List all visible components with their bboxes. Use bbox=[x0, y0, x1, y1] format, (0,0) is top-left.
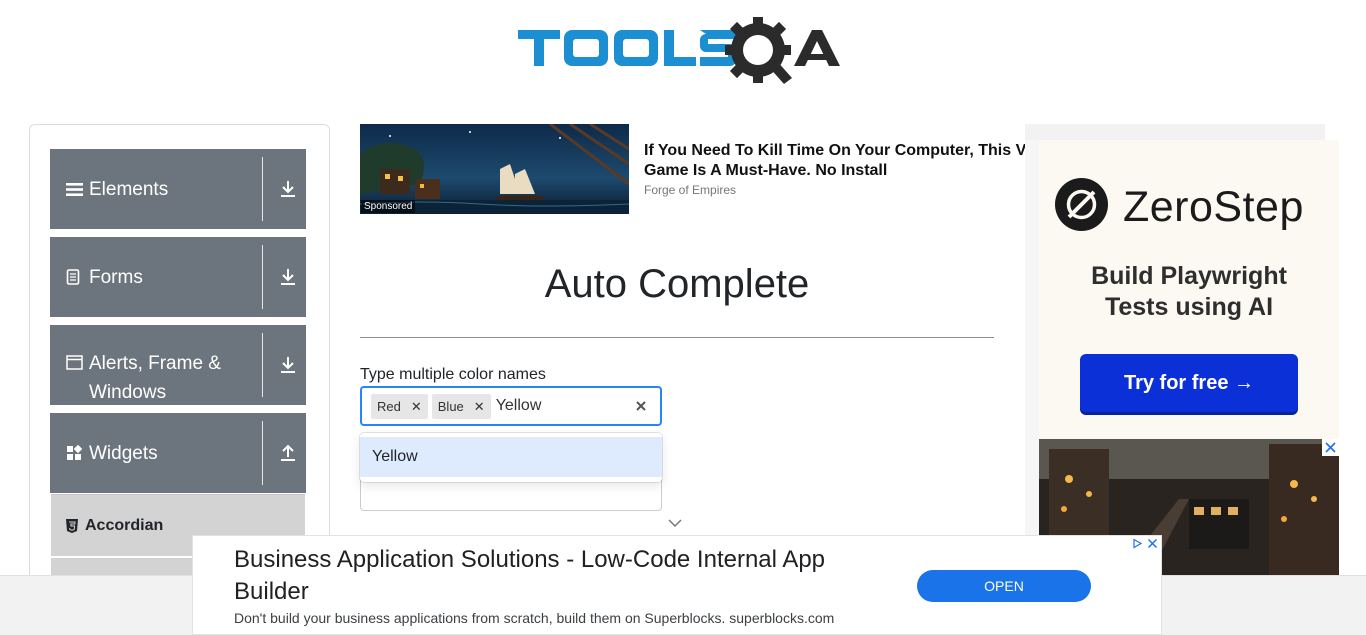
zerostep-name: ZeroStep bbox=[1123, 182, 1304, 231]
ad-headline-line2: Game Is A Must-Have. No Install bbox=[644, 162, 888, 179]
open-button[interactable]: OPEN bbox=[917, 570, 1091, 602]
group-title: Forms bbox=[89, 266, 143, 288]
sponsored-ad-image[interactable]: Sponsored bbox=[360, 124, 629, 214]
group-title: Alerts, Frame & Windows bbox=[89, 349, 221, 407]
divider bbox=[262, 421, 263, 485]
sidebar-group-forms[interactable]: Forms bbox=[50, 237, 306, 317]
group-header[interactable]: Alerts, Frame & Windows bbox=[50, 325, 262, 405]
chevron-down-icon[interactable] bbox=[666, 516, 684, 530]
suggestions-menu: Yellow bbox=[360, 433, 662, 482]
close-icon[interactable] bbox=[1322, 439, 1339, 456]
bottom-ad-title[interactable]: Business Application Solutions - Low-Cod… bbox=[234, 544, 894, 608]
sponsored-label: Sponsored bbox=[361, 200, 416, 213]
upload-arrow-icon[interactable] bbox=[276, 439, 300, 467]
divider bbox=[262, 157, 263, 221]
download-arrow-icon[interactable] bbox=[276, 351, 300, 379]
group-title-line2: Windows bbox=[89, 382, 167, 403]
document-icon bbox=[66, 269, 86, 285]
sidebar-group-elements[interactable]: Elements bbox=[50, 149, 306, 229]
chip-red: Red ✕ bbox=[371, 393, 428, 419]
zerostep-ad[interactable]: ZeroStep Build Playwright Tests using AI… bbox=[1039, 140, 1339, 440]
group-header[interactable]: Forms bbox=[50, 237, 262, 317]
try-for-free-button[interactable]: Try for free → bbox=[1080, 354, 1298, 412]
multi-color-label: Type multiple color names bbox=[360, 366, 546, 383]
tagline-line1: Build Playwright bbox=[1091, 262, 1287, 290]
close-icon[interactable] bbox=[1145, 536, 1160, 551]
group-header[interactable]: Widgets bbox=[50, 413, 262, 493]
adchoices bbox=[1130, 536, 1160, 551]
divider bbox=[262, 333, 263, 397]
chip-label: Blue bbox=[437, 398, 464, 414]
remove-chip-icon[interactable]: ✕ bbox=[407, 394, 428, 419]
widgets-icon bbox=[66, 445, 86, 461]
zerostep-brand: ZeroStep bbox=[1055, 178, 1304, 236]
chip-blue: Blue ✕ bbox=[431, 393, 491, 419]
download-arrow-icon[interactable] bbox=[276, 263, 300, 291]
html5-icon bbox=[66, 518, 78, 533]
bottom-ad[interactable]: Business Application Solutions - Low-Cod… bbox=[192, 535, 1162, 635]
suggestion-option[interactable]: Yellow bbox=[360, 437, 662, 477]
group-title: Elements bbox=[89, 178, 169, 200]
ad-headline-line1: If You Need To Kill Time On Your Compute… bbox=[644, 142, 1026, 159]
hamburger-icon bbox=[66, 182, 86, 197]
clear-icon[interactable] bbox=[632, 397, 650, 415]
sidebar-group-alerts-frame-windows[interactable]: Alerts, Frame & Windows bbox=[50, 325, 306, 405]
group-title-line1: Alerts, Frame & bbox=[89, 353, 221, 374]
ad-strip bbox=[1025, 124, 1325, 140]
sidebar-group-widgets[interactable]: Widgets bbox=[50, 413, 306, 493]
remove-chip-icon[interactable]: ✕ bbox=[470, 394, 491, 419]
bottom-ad-description: Don't build your business applications f… bbox=[234, 610, 835, 626]
divider bbox=[360, 337, 994, 338]
tagline-line2: Tests using AI bbox=[1104, 293, 1274, 321]
page-title: Auto Complete bbox=[544, 262, 810, 306]
ad-source[interactable]: Forge of Empires bbox=[644, 183, 736, 197]
ad-headline[interactable]: If You Need To Kill Time On Your Compute… bbox=[644, 141, 1026, 181]
sidebar-item-label: Accordian bbox=[85, 516, 164, 534]
zerostep-tagline: Build Playwright Tests using AI bbox=[1039, 261, 1339, 323]
zerostep-logo-icon bbox=[1055, 178, 1108, 236]
chip-label: Red bbox=[377, 398, 401, 414]
divider bbox=[262, 245, 263, 309]
left-panel: Elements Forms Alerts, Frame & Windows W… bbox=[29, 124, 330, 594]
download-arrow-icon[interactable] bbox=[276, 175, 300, 203]
toolsqa-logo[interactable] bbox=[518, 14, 842, 92]
multi-color-autocomplete[interactable]: Red ✕ Blue ✕ Yellow bbox=[360, 386, 662, 426]
window-icon bbox=[66, 355, 86, 370]
adchoices-icon[interactable] bbox=[1130, 536, 1145, 551]
group-header[interactable]: Elements bbox=[50, 149, 262, 229]
page: Elements Forms Alerts, Frame & Windows W… bbox=[0, 0, 1366, 635]
multi-color-input[interactable]: Yellow bbox=[496, 397, 542, 415]
group-title: Widgets bbox=[89, 442, 158, 464]
